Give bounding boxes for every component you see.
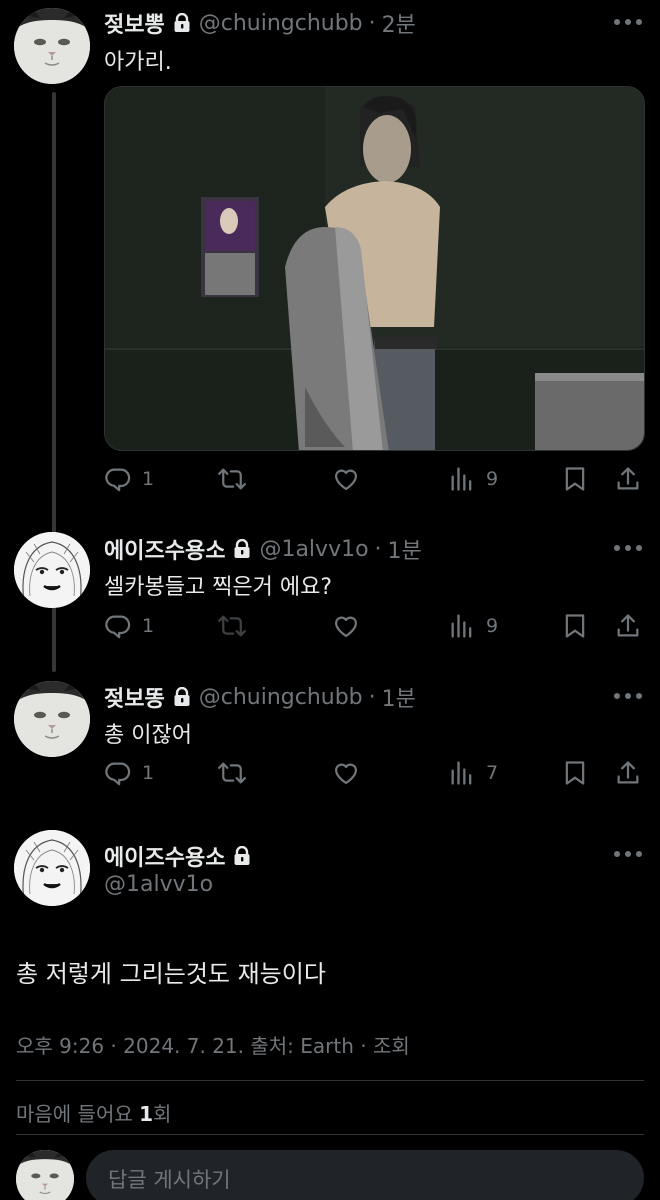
tweet-text: 셀카봉들고 찍은거 에요? (104, 575, 333, 600)
retweet-button[interactable] (218, 609, 246, 643)
tweet-text: 총 이잖어 (104, 723, 192, 748)
tweet-text: 아가리. (104, 50, 172, 75)
views-icon (448, 759, 476, 787)
lock-icon (173, 687, 191, 707)
reply-icon (104, 465, 132, 493)
like-button[interactable] (332, 756, 360, 790)
tweet-header: 에이즈수용소 (104, 840, 259, 872)
more-icon[interactable] (614, 544, 642, 552)
reply-count: 1 (142, 468, 155, 490)
tweet-header: 에이즈수용소 @1alvv1o · 1분 (104, 533, 422, 565)
likes-label: 마음에 들어요 (16, 1102, 140, 1126)
views-icon (448, 465, 476, 493)
reply-button[interactable]: 1 (104, 609, 154, 643)
reply-button[interactable]: 1 (104, 756, 154, 790)
reply-count: 1 (142, 615, 155, 637)
more-icon[interactable] (614, 692, 642, 700)
timestamp[interactable]: 1분 (382, 681, 416, 713)
display-name[interactable]: 젖보똥 (104, 681, 165, 713)
share-icon (614, 759, 642, 787)
tweet-actions: 1 9 (104, 462, 644, 496)
views-button[interactable]: 9 (448, 462, 498, 496)
share-button[interactable] (614, 756, 642, 790)
more-icon[interactable] (614, 850, 642, 858)
divider (16, 1134, 644, 1135)
avatar[interactable] (16, 1150, 74, 1200)
view-count: 7 (486, 762, 499, 784)
bookmark-icon (561, 759, 589, 787)
tweet-header: 젖보똥 @chuingchubb · 1분 (104, 681, 416, 713)
retweet-button[interactable] (218, 462, 246, 496)
user-handle[interactable]: @chuingchubb (199, 11, 363, 36)
reply-count: 1 (142, 762, 155, 784)
user-handle[interactable]: @1alvv1o (259, 537, 368, 562)
timestamp[interactable]: 1분 (388, 533, 422, 565)
share-button[interactable] (614, 609, 642, 643)
views-icon (448, 612, 476, 640)
reply-button[interactable]: 1 (104, 462, 154, 496)
bookmark-button[interactable] (561, 609, 589, 643)
tweet-meta: 오후 9:26 · 2024. 7. 21. 출처: Earth · 조회 (16, 1034, 410, 1058)
main-tweet-text: 총 저렇게 그리는것도 재능이다 (16, 960, 326, 988)
like-icon (332, 465, 360, 493)
avatar[interactable] (14, 830, 90, 906)
avatar[interactable] (14, 8, 90, 84)
like-icon (332, 612, 360, 640)
timestamp[interactable]: 2분 (382, 7, 416, 39)
view-count: 9 (486, 468, 499, 490)
share-icon (614, 465, 642, 493)
views-button[interactable]: 9 (448, 609, 498, 643)
divider (16, 1080, 644, 1081)
tweet-actions: 1 7 (104, 756, 644, 790)
bookmark-button[interactable] (561, 756, 589, 790)
retweet-icon (218, 612, 246, 640)
tweet-header: 젖보뽕 @chuingchubb · 2분 (104, 7, 416, 39)
user-handle[interactable]: @chuingchubb (199, 685, 363, 710)
reply-input[interactable]: 답글 게시하기 (86, 1150, 644, 1200)
separator-dot: · (368, 10, 376, 36)
reply-icon (104, 759, 132, 787)
likes-count: 1 (139, 1102, 154, 1126)
display-name[interactable]: 에이즈수용소 (104, 533, 225, 565)
views-button[interactable]: 7 (448, 756, 498, 790)
display-name[interactable]: 젖보뽕 (104, 7, 165, 39)
display-name[interactable]: 에이즈수용소 (104, 840, 225, 872)
more-icon[interactable] (614, 18, 642, 26)
retweet-icon (218, 465, 246, 493)
user-handle[interactable]: @1alvv1o (104, 872, 213, 897)
avatar[interactable] (14, 532, 90, 608)
reply-placeholder: 답글 게시하기 (108, 1168, 231, 1192)
separator-dot: · (368, 684, 376, 710)
view-count: 9 (486, 615, 499, 637)
tweet-actions: 1 9 (104, 609, 644, 643)
retweet-button[interactable] (218, 756, 246, 790)
bookmark-icon (561, 612, 589, 640)
share-icon (614, 612, 642, 640)
tweet-image[interactable] (104, 86, 645, 451)
avatar[interactable] (14, 681, 90, 757)
share-button[interactable] (614, 462, 642, 496)
retweet-icon (218, 759, 246, 787)
lock-icon (173, 13, 191, 33)
likes-unit: 회 (153, 1102, 172, 1126)
separator-dot: · (374, 536, 382, 562)
lock-icon (233, 539, 251, 559)
like-icon (332, 759, 360, 787)
bookmark-icon (561, 465, 589, 493)
reply-icon (104, 612, 132, 640)
lock-icon (233, 846, 251, 866)
like-button[interactable] (332, 462, 360, 496)
likes-summary[interactable]: 마음에 들어요 1회 (16, 1098, 171, 1127)
like-button[interactable] (332, 609, 360, 643)
bookmark-button[interactable] (561, 462, 589, 496)
